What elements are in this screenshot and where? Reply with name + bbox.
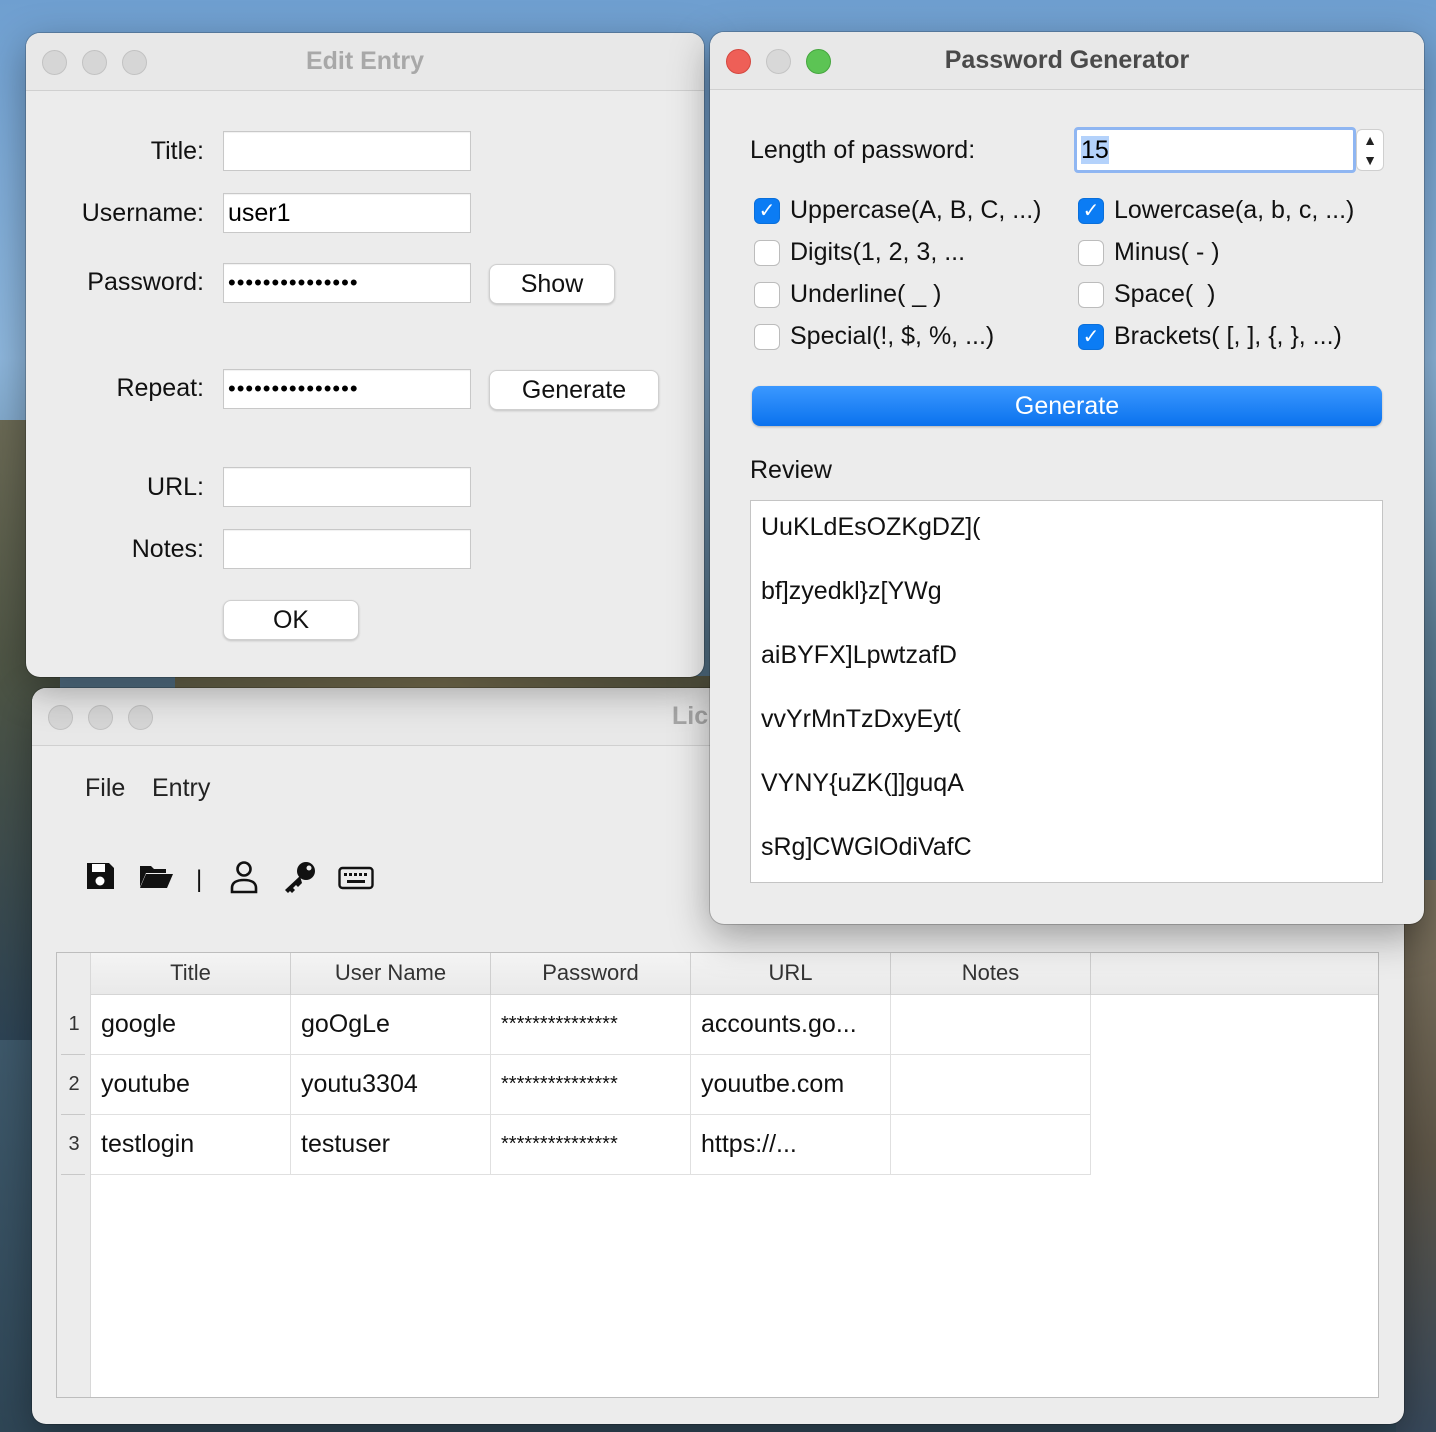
user-icon[interactable] [228, 860, 260, 899]
review-line: UuKLdEsOZKgDZ]( [761, 513, 981, 541]
row-number[interactable]: 2 [57, 1055, 91, 1115]
table-cell-username[interactable]: goOgLe [291, 995, 491, 1055]
password-generator-title: Password Generator [944, 46, 1190, 74]
brackets-checkbox[interactable]: ✓ [1078, 324, 1104, 350]
table-header: Title User Name Password URL Notes [91, 953, 1378, 995]
table-cell-username[interactable]: youtu3304 [291, 1055, 491, 1115]
review-line: aiBYFX]LpwtzafD [761, 641, 957, 669]
table-cell-notes[interactable] [891, 1115, 1091, 1175]
title-label: Title: [150, 137, 204, 165]
space-checkbox[interactable] [1078, 282, 1104, 308]
column-notes[interactable]: Notes [891, 953, 1091, 995]
column-url[interactable]: URL [691, 953, 891, 995]
generate-passwords-button[interactable]: Generate [752, 386, 1382, 426]
password-generator-titlebar[interactable]: Password Generator [710, 32, 1424, 90]
table-cell-url[interactable]: https://... [691, 1115, 891, 1175]
length-value: 15 [1081, 136, 1109, 164]
menu-file[interactable]: File [85, 774, 125, 803]
repeat-label: Repeat: [116, 374, 204, 402]
edit-entry-titlebar[interactable]: Edit Entry [26, 33, 704, 91]
table-cell-notes[interactable] [891, 995, 1091, 1055]
review-label: Review [750, 456, 832, 484]
password-field[interactable]: ••••••••••••••• [223, 263, 471, 303]
digits-label[interactable]: Digits(1, 2, 3, ... [790, 238, 965, 267]
chevron-up-icon[interactable]: ▲ [1357, 130, 1383, 150]
table-cell-url[interactable]: accounts.go... [691, 995, 891, 1055]
minus-label[interactable]: Minus( - ) [1114, 238, 1220, 267]
lowercase-checkbox[interactable]: ✓ [1078, 198, 1104, 224]
length-label: Length of password: [750, 136, 976, 164]
column-username[interactable]: User Name [291, 953, 491, 995]
review-textarea[interactable]: UuKLdEsOZKgDZ]( bf]zyedkl}z[YWg aiBYFX]L… [750, 500, 1383, 883]
review-line: VYNY{uZK(]]guqA [761, 769, 964, 797]
password-generator-window: Password Generator Length of password: 1… [710, 32, 1424, 924]
open-folder-icon[interactable] [138, 860, 174, 897]
generate-button[interactable]: Generate [489, 370, 659, 410]
username-field[interactable]: user1 [223, 193, 471, 233]
close-button[interactable] [48, 705, 73, 730]
show-button[interactable]: Show [489, 264, 615, 304]
key-icon[interactable] [282, 860, 318, 899]
table-cell-title[interactable]: testlogin [91, 1115, 291, 1175]
save-icon[interactable] [84, 860, 116, 897]
edit-entry-window: Edit Entry Title: Username: user1 Passwo… [26, 33, 704, 677]
edit-entry-title: Edit Entry [305, 47, 425, 75]
review-line: bf]zyedkl}z[YWg [761, 577, 942, 605]
keyboard-icon[interactable] [338, 866, 374, 895]
menu-entry[interactable]: Entry [152, 774, 210, 803]
length-input[interactable]: 15 [1074, 127, 1356, 173]
zoom-button[interactable] [128, 705, 153, 730]
minimize-button[interactable] [88, 705, 113, 730]
url-field[interactable] [223, 467, 471, 507]
toolbar-separator: | [196, 866, 203, 893]
underline-checkbox[interactable] [754, 282, 780, 308]
chevron-down-icon[interactable]: ▼ [1357, 150, 1383, 170]
lowercase-label[interactable]: Lowercase(a, b, c, ...) [1114, 196, 1354, 225]
special-checkbox[interactable] [754, 324, 780, 350]
underline-label[interactable]: Underline( _ ) [790, 280, 941, 309]
special-label[interactable]: Special(!, $, %, ...) [790, 322, 994, 351]
uppercase-label[interactable]: Uppercase(A, B, C, ...) [790, 196, 1041, 225]
ok-button[interactable]: OK [223, 600, 359, 640]
table-cell-url[interactable]: youutbe.com [691, 1055, 891, 1115]
digits-checkbox[interactable] [754, 240, 780, 266]
column-title[interactable]: Title [91, 953, 291, 995]
review-line: sRg]CWGlOdiVafC [761, 833, 972, 861]
minus-checkbox[interactable] [1078, 240, 1104, 266]
table-cell-password[interactable]: *************** [491, 1115, 691, 1175]
table-cell-password[interactable]: *************** [491, 995, 691, 1055]
url-label: URL: [147, 473, 204, 501]
table-cell-username[interactable]: testuser [291, 1115, 491, 1175]
title-field[interactable] [223, 131, 471, 171]
notes-label: Notes: [131, 535, 204, 563]
review-line: vvYrMnTzDxyEyt( [761, 705, 961, 733]
row-number[interactable]: 3 [57, 1115, 91, 1175]
notes-field[interactable] [223, 529, 471, 569]
entries-table: Title User Name Password URL Notes 1 goo… [56, 952, 1379, 1398]
uppercase-checkbox[interactable]: ✓ [754, 198, 780, 224]
column-password[interactable]: Password [491, 953, 691, 995]
length-stepper[interactable]: ▲ ▼ [1356, 129, 1384, 171]
username-label: Username: [81, 199, 204, 227]
table-cell-notes[interactable] [891, 1055, 1091, 1115]
row-number[interactable]: 1 [57, 995, 91, 1055]
password-label: Password: [87, 268, 204, 296]
repeat-field[interactable]: ••••••••••••••• [223, 369, 471, 409]
table-cell-title[interactable]: google [91, 995, 291, 1055]
table-cell-password[interactable]: *************** [491, 1055, 691, 1115]
brackets-label[interactable]: Brackets( [, ], {, }, ...) [1114, 322, 1342, 351]
space-label[interactable]: Space( ) [1114, 280, 1215, 309]
table-cell-title[interactable]: youtube [91, 1055, 291, 1115]
